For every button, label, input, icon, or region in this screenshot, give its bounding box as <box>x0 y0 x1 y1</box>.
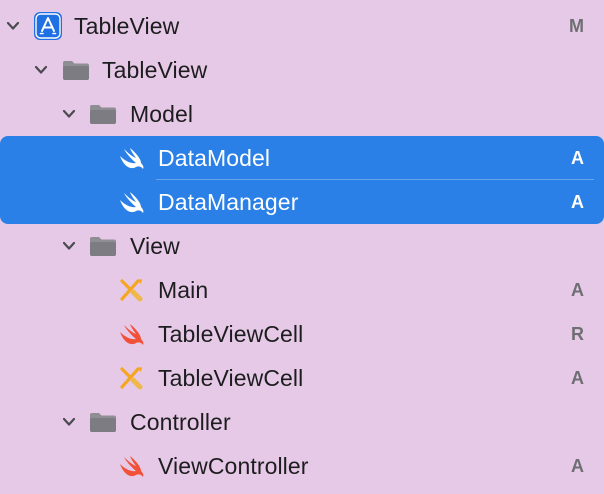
navigator-row-label: DataManager <box>158 188 299 215</box>
navigator-row-project[interactable]: TableView M <box>0 4 604 48</box>
chevron-down-icon[interactable] <box>59 412 79 432</box>
navigator-row-label: TableView <box>102 56 208 83</box>
navigator-row-file-viewcontroller[interactable]: ViewController A <box>0 444 604 488</box>
source-control-status-badge: R <box>571 323 584 344</box>
navigator-row-file-datamodel[interactable]: DataModel A <box>0 136 604 180</box>
folder-icon <box>60 57 92 83</box>
navigator-row-label: TableViewCell <box>158 320 304 347</box>
navigator-row-group-controller[interactable]: Controller <box>0 400 604 444</box>
swift-file-icon <box>116 320 148 348</box>
swift-file-icon <box>116 188 148 216</box>
navigator-row-label: TableView <box>74 12 180 39</box>
navigator-row-label: DataModel <box>158 144 271 171</box>
navigator-row-group-model[interactable]: Model <box>0 92 604 136</box>
swift-file-icon <box>116 452 148 480</box>
source-control-status-badge: M <box>569 15 584 36</box>
folder-icon <box>87 101 119 127</box>
source-control-status-badge: A <box>571 147 584 168</box>
source-control-status-badge: A <box>571 279 584 300</box>
source-control-status-badge: A <box>571 191 584 212</box>
navigator-row-label: View <box>130 232 180 259</box>
navigator-row-label: Main <box>158 276 209 303</box>
navigator-row-label: ViewController <box>158 452 309 479</box>
navigator-row-label: Model <box>130 100 194 127</box>
interface-builder-file-icon <box>116 364 148 392</box>
navigator-row-file-main[interactable]: Main A <box>0 268 604 312</box>
navigator-row-file-tableviewcell-swift[interactable]: TableViewCell R <box>0 312 604 356</box>
xcode-project-icon <box>32 10 64 42</box>
project-navigator: TableView M TableView Model DataModel A … <box>0 4 604 490</box>
source-control-status-badge: A <box>571 455 584 476</box>
navigator-row-label: TableViewCell <box>158 364 304 391</box>
navigator-row-group-view[interactable]: View <box>0 224 604 268</box>
navigator-row-file-datamanager[interactable]: DataManager A <box>0 180 604 224</box>
source-control-status-badge: A <box>571 367 584 388</box>
chevron-down-icon[interactable] <box>59 236 79 256</box>
folder-icon <box>87 233 119 259</box>
navigator-row-group-tableview[interactable]: TableView <box>0 48 604 92</box>
interface-builder-file-icon <box>116 276 148 304</box>
folder-icon <box>87 409 119 435</box>
chevron-down-icon[interactable] <box>31 60 51 80</box>
navigator-row-file-tableviewcell-xib[interactable]: TableViewCell A <box>0 356 604 400</box>
swift-file-icon <box>116 144 148 172</box>
navigator-row-label: Controller <box>130 408 231 435</box>
chevron-down-icon[interactable] <box>59 104 79 124</box>
chevron-down-icon[interactable] <box>3 16 23 36</box>
